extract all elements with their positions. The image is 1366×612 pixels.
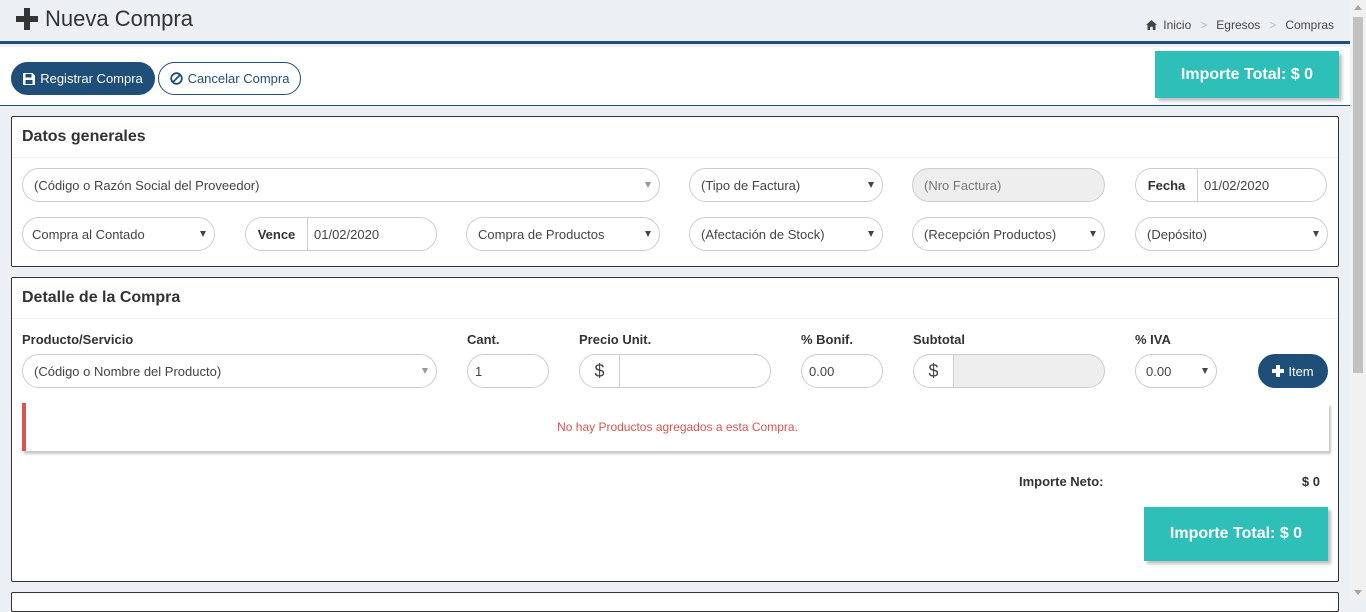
warehouse-select[interactable]: (Depósito) (1135, 217, 1328, 251)
add-item-button[interactable]: Item (1258, 354, 1328, 388)
chevron-down-icon (1090, 231, 1096, 237)
due-date-label: Vence (246, 218, 308, 250)
plus-icon (1272, 365, 1285, 377)
cancel-button[interactable]: Cancelar Compra (158, 62, 301, 95)
unit-price-input[interactable]: $ (579, 354, 771, 388)
chevron-down-icon (200, 231, 206, 237)
panel-divider (12, 157, 1338, 158)
invoice-type-select[interactable]: (Tipo de Factura) (689, 168, 883, 202)
purchase-detail-title: Detalle de la Compra (22, 289, 181, 306)
home-icon (1146, 20, 1158, 30)
discount-value: 0.00 (809, 363, 835, 379)
save-button[interactable]: Registrar Compra (11, 62, 155, 95)
supplier-select-value: (Código o Razón Social del Proveedor) (34, 177, 260, 193)
subtotal-input: $ (913, 354, 1105, 388)
invoice-number-placeholder: (Nro Factura) (924, 177, 1002, 193)
quantity-input[interactable]: 1 (467, 354, 549, 388)
product-select[interactable]: (Código o Nombre del Producto) (22, 354, 437, 388)
breadcrumb-separator: > (1200, 18, 1208, 32)
discount-label: % Bonif. (801, 332, 853, 347)
total-amount-bottom: Importe Total: $ 0 (1144, 507, 1328, 561)
chevron-down-icon (1313, 231, 1319, 237)
toolbar: Registrar Compra Cancelar Compra Importe… (0, 47, 1350, 106)
quantity-label: Cant. (467, 332, 500, 347)
breadcrumb: Inicio > Egresos > Compras (1146, 18, 1334, 32)
product-select-value: (Código o Nombre del Producto) (34, 363, 222, 379)
chevron-down-icon (868, 231, 874, 237)
empty-items-alert: No hay Productos agregados a esta Compra… (22, 403, 1329, 451)
subtotal-label: Subtotal (913, 332, 965, 347)
page-title: Nueva Compra (16, 6, 193, 32)
purchase-type-value: Compra de Productos (478, 226, 605, 242)
unit-price-label: Precio Unit. (579, 332, 652, 347)
subtotal-currency: $ (914, 355, 954, 387)
product-label: Producto/Servicio (22, 332, 134, 347)
chevron-down-icon (1202, 368, 1208, 374)
ban-icon (169, 72, 183, 85)
due-date-value: 01/02/2020 (314, 226, 380, 242)
invoice-number-input[interactable]: (Nro Factura) (912, 168, 1105, 202)
vat-label: % IVA (1135, 332, 1171, 347)
general-data-title: Datos generales (22, 128, 146, 145)
cancel-button-label: Cancelar Compra (187, 71, 290, 86)
empty-items-message: No hay Productos agregados a esta Compra… (557, 420, 798, 434)
vertical-scrollbar[interactable] (1350, 0, 1366, 600)
net-amount-value: $ 0 (1301, 474, 1320, 489)
scrollbar-thumb[interactable] (1353, 17, 1363, 373)
save-button-label: Registrar Compra (40, 71, 143, 86)
date-field[interactable]: Fecha 01/02/2020 (1135, 168, 1327, 202)
breadcrumb-inicio[interactable]: Inicio (1163, 18, 1191, 32)
chevron-down-icon (422, 368, 428, 374)
page-title-text: Nueva Compra (45, 6, 193, 31)
unit-price-currency: $ (580, 355, 620, 387)
panel-divider (12, 318, 1338, 319)
warehouse-value: (Depósito) (1147, 226, 1207, 242)
product-reception-value: (Recepción Productos) (924, 226, 1057, 242)
floppy-disk-icon (23, 72, 36, 85)
product-reception-select[interactable]: (Recepción Productos) (912, 217, 1105, 251)
purchase-type-select[interactable]: Compra de Productos (466, 217, 660, 251)
supplier-select[interactable]: (Código o Razón Social del Proveedor) (22, 168, 660, 202)
quantity-value: 1 (475, 363, 483, 379)
stock-effect-value: (Afectación de Stock) (701, 226, 825, 242)
chevron-down-icon (868, 182, 874, 188)
vat-value: 0.00 (1146, 363, 1172, 379)
page: Nueva Compra Inicio > Egresos > Compras … (0, 0, 1350, 612)
invoice-type-value: (Tipo de Factura) (701, 177, 801, 193)
date-label: Fecha (1136, 169, 1198, 201)
total-amount-top: Importe Total: $ 0 (1155, 51, 1339, 98)
breadcrumb-egresos[interactable]: Egresos (1216, 18, 1260, 32)
scroll-up-arrow-icon[interactable] (1354, 5, 1362, 10)
next-panel (11, 592, 1339, 612)
payment-condition-select[interactable]: Compra al Contado (22, 217, 215, 251)
vat-select[interactable]: 0.00 (1135, 354, 1217, 388)
plus-icon (16, 8, 38, 30)
chevron-down-icon (645, 182, 651, 188)
breadcrumb-compras: Compras (1285, 18, 1334, 32)
content-header: Nueva Compra Inicio > Egresos > Compras (0, 0, 1350, 44)
stock-effect-select[interactable]: (Afectación de Stock) (689, 217, 883, 251)
net-amount-label: Importe Neto: (1019, 474, 1104, 489)
breadcrumb-separator: > (1269, 18, 1277, 32)
payment-condition-value: Compra al Contado (32, 226, 145, 242)
discount-input[interactable]: 0.00 (801, 354, 883, 388)
date-value: 01/02/2020 (1204, 177, 1270, 193)
add-item-label: Item (1288, 363, 1314, 379)
scroll-down-arrow-icon[interactable] (1354, 590, 1362, 595)
chevron-down-icon (645, 231, 651, 237)
due-date-field[interactable]: Vence 01/02/2020 (245, 217, 437, 251)
